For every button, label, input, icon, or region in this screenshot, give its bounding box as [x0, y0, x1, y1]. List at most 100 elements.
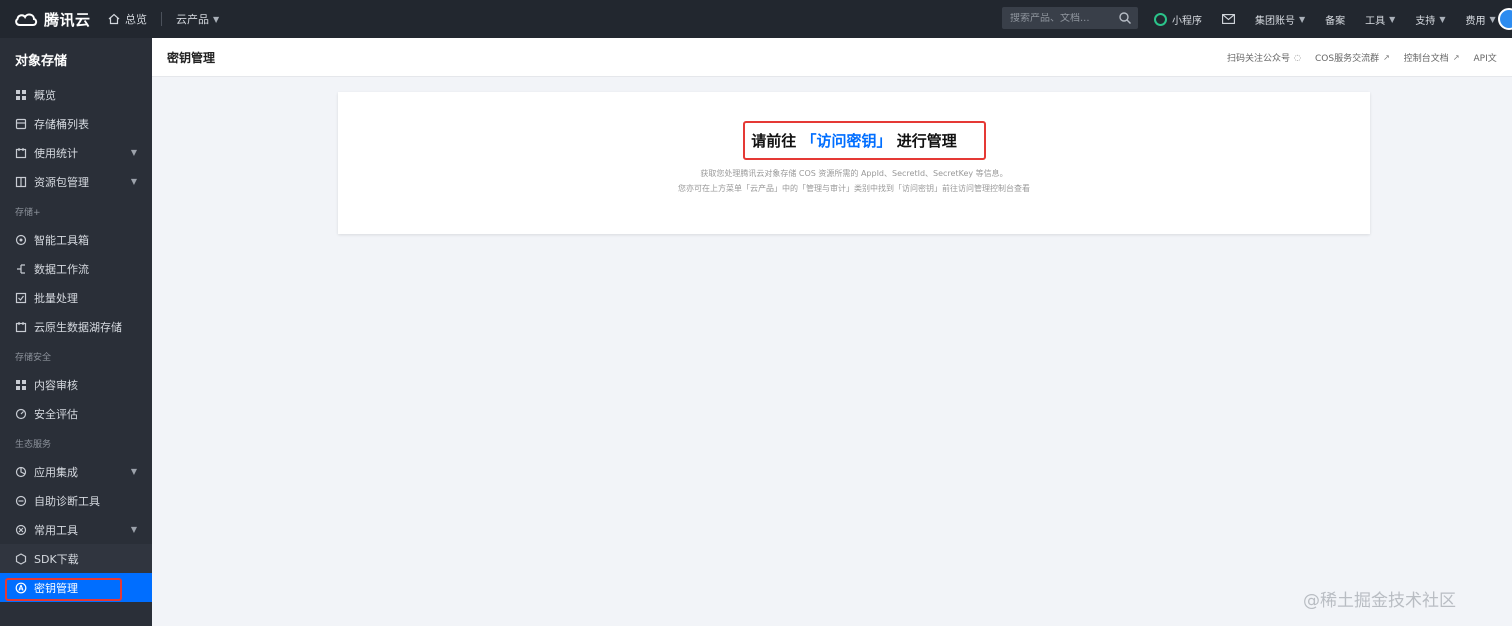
link-label: 扫码关注公众号: [1227, 54, 1291, 64]
sidebar-item-label: SDK下载: [34, 552, 79, 566]
sidebar-item-label: 内容审核: [34, 378, 78, 392]
sidebar-item-label: 数据工作流: [34, 262, 89, 276]
sidebar-group-storage-plus: 存储+: [15, 208, 41, 218]
external-link-icon: ↗: [1383, 53, 1390, 62]
brand-logo[interactable]: 腾讯云: [0, 0, 96, 38]
nav-divider: [161, 12, 162, 26]
page-title: 密钥管理: [167, 50, 216, 65]
nav-products-label: 云产品: [176, 13, 209, 26]
calendar-icon: [15, 147, 27, 158]
link-label: 控制台文档: [1403, 54, 1449, 64]
gauge-icon: [15, 408, 27, 419]
mini-program-label: 小程序: [1172, 15, 1202, 27]
sdk-icon: [15, 552, 27, 565]
checkbox-icon: [15, 292, 27, 303]
content-header: 密钥管理 扫码关注公众号 ◌ COS服务交流群 ↗ 控制台文档 ↗ API文: [152, 38, 1512, 77]
sidebar-item-common-tools[interactable]: 常用工具 ▼: [0, 515, 152, 544]
tools-icon: [15, 524, 27, 535]
sidebar-item-content-review[interactable]: 内容审核: [0, 370, 152, 399]
sidebar-item-sdk-download[interactable]: SDK下载: [0, 544, 152, 573]
sidebar-item-label: 云原生数据湖存储: [34, 320, 122, 334]
sidebar-item-resource-pack[interactable]: 资源包管理 ▼: [0, 167, 152, 196]
group-account-label: 集团账号: [1255, 15, 1295, 27]
sidebar-item-overview[interactable]: 概览: [0, 80, 152, 109]
nav-mail[interactable]: [1222, 14, 1235, 24]
sidebar-item-label: 智能工具箱: [34, 233, 89, 247]
beian-label: 备案: [1325, 15, 1346, 27]
key-icon: [15, 582, 27, 593]
nav-mini-program[interactable]: 小程序: [1154, 12, 1202, 27]
search-input[interactable]: [1002, 12, 1112, 24]
sidebar-item-label: 应用集成: [34, 465, 78, 479]
sidebar-item-key-management[interactable]: 密钥管理: [0, 573, 152, 602]
header-links: 扫码关注公众号 ◌ COS服务交流群 ↗ 控制台文档 ↗ API文: [1227, 38, 1511, 77]
brand-name: 腾讯云: [44, 10, 91, 29]
external-link-icon: ↗: [1452, 53, 1460, 62]
sidebar-item-label: 密钥管理: [34, 581, 78, 595]
sidebar-item-security-eval[interactable]: 安全评估: [0, 399, 152, 428]
integration-icon: [15, 466, 27, 477]
cloud-logo-icon: [15, 13, 38, 26]
sidebar-item-label: 安全评估: [34, 407, 78, 421]
toolbox-icon: [15, 234, 27, 245]
support-label: 支持: [1415, 15, 1436, 27]
tools-label: 工具: [1365, 15, 1386, 27]
diagnosis-icon: [15, 495, 27, 506]
card-description: 获取您处理腾讯云对象存储 COS 资源所需的 AppId、SecretId、Se…: [700, 169, 1008, 178]
link-follow-wechat[interactable]: 扫码关注公众号 ◌: [1227, 51, 1301, 64]
calendar-icon: [15, 321, 27, 332]
sidebar-item-batch[interactable]: 批量处理: [0, 283, 152, 312]
sidebar-item-label: 常用工具: [34, 523, 78, 537]
info-card: 请前往 「访问密钥」 进行管理 获取您处理腾讯云对象存储 COS 资源所需的 A…: [338, 92, 1370, 234]
chevron-down-icon: ▼: [130, 177, 137, 186]
link-console-docs[interactable]: 控制台文档 ↗: [1404, 51, 1460, 64]
mini-program-icon: [1154, 12, 1167, 26]
nav-billing[interactable]: 费用 ▼: [1465, 12, 1495, 27]
caret-down-icon: ▼: [1439, 14, 1446, 24]
sidebar-item-label: 资源包管理: [34, 175, 89, 189]
search-box: [1002, 7, 1138, 29]
sidebar-item-data-lake[interactable]: 云原生数据湖存储: [0, 312, 152, 341]
link-label: API文: [1473, 54, 1497, 64]
nav-support[interactable]: 支持 ▼: [1415, 12, 1445, 27]
sidebar-item-label: 概览: [34, 88, 56, 102]
caret-down-icon: ▼: [213, 14, 220, 24]
sidebar-item-bucket-list[interactable]: 存储桶列表: [0, 109, 152, 138]
sidebar-title: 对象存储: [15, 53, 68, 69]
watermark: @稀土掘金技术社区: [1303, 591, 1456, 611]
bucket-icon: [15, 118, 27, 129]
nav-group-account[interactable]: 集团账号 ▼: [1255, 12, 1305, 27]
nav-beian[interactable]: 备案: [1325, 12, 1345, 27]
caret-down-icon: ▼: [1389, 14, 1396, 24]
highlight-box-title: [743, 121, 986, 160]
sidebar-group-security: 存储安全: [15, 353, 52, 363]
link-label: COS服务交流群: [1315, 54, 1380, 64]
grid-icon: [16, 379, 26, 390]
sidebar-item-self-diagnosis[interactable]: 自助诊断工具: [0, 486, 152, 515]
caret-down-icon: ▼: [1299, 14, 1306, 24]
topbar-right-nav: 小程序 集团账号 ▼ 备案 工具 ▼ 支持 ▼ 费用 ▼: [1154, 0, 1512, 38]
sidebar-item-label: 批量处理: [34, 291, 78, 305]
sidebar-item-smart-toolbox[interactable]: 智能工具箱: [0, 225, 152, 254]
package-icon: [15, 176, 27, 187]
nav-tools[interactable]: 工具 ▼: [1365, 12, 1395, 27]
sidebar-item-data-workflow[interactable]: 数据工作流: [0, 254, 152, 283]
chevron-down-icon: ▼: [130, 148, 137, 157]
search-icon[interactable]: [1118, 11, 1132, 25]
workflow-icon: [17, 263, 25, 274]
sidebar-item-usage-stats[interactable]: 使用统计 ▼: [0, 138, 152, 167]
link-cos-group[interactable]: COS服务交流群 ↗: [1315, 51, 1390, 64]
sidebar: 对象存储 概览 存储桶列表 使用统计 ▼ 资源包管理 ▼ 存储+ 智能工具箱 数…: [0, 38, 152, 626]
sidebar-item-app-integration[interactable]: 应用集成 ▼: [0, 457, 152, 486]
mail-icon: [1222, 14, 1235, 24]
sidebar-group-ecosystem: 生态服务: [15, 440, 52, 450]
sidebar-item-label: 使用统计: [34, 146, 78, 160]
nav-home-label: 总览: [125, 13, 147, 26]
nav-products[interactable]: 云产品 ▼: [176, 0, 219, 38]
link-api-docs[interactable]: API文: [1474, 51, 1497, 64]
nav-home[interactable]: 总览: [108, 0, 147, 38]
home-icon: [108, 13, 120, 25]
top-navbar: 腾讯云 总览 云产品 ▼ 小程序 集团账号 ▼: [0, 0, 1512, 38]
card-hint: 您亦可在上方菜单「云产品」中的「管理与审计」类别中找到「访问密钥」前往访问管理控…: [678, 184, 1030, 193]
billing-label: 费用: [1465, 15, 1486, 27]
